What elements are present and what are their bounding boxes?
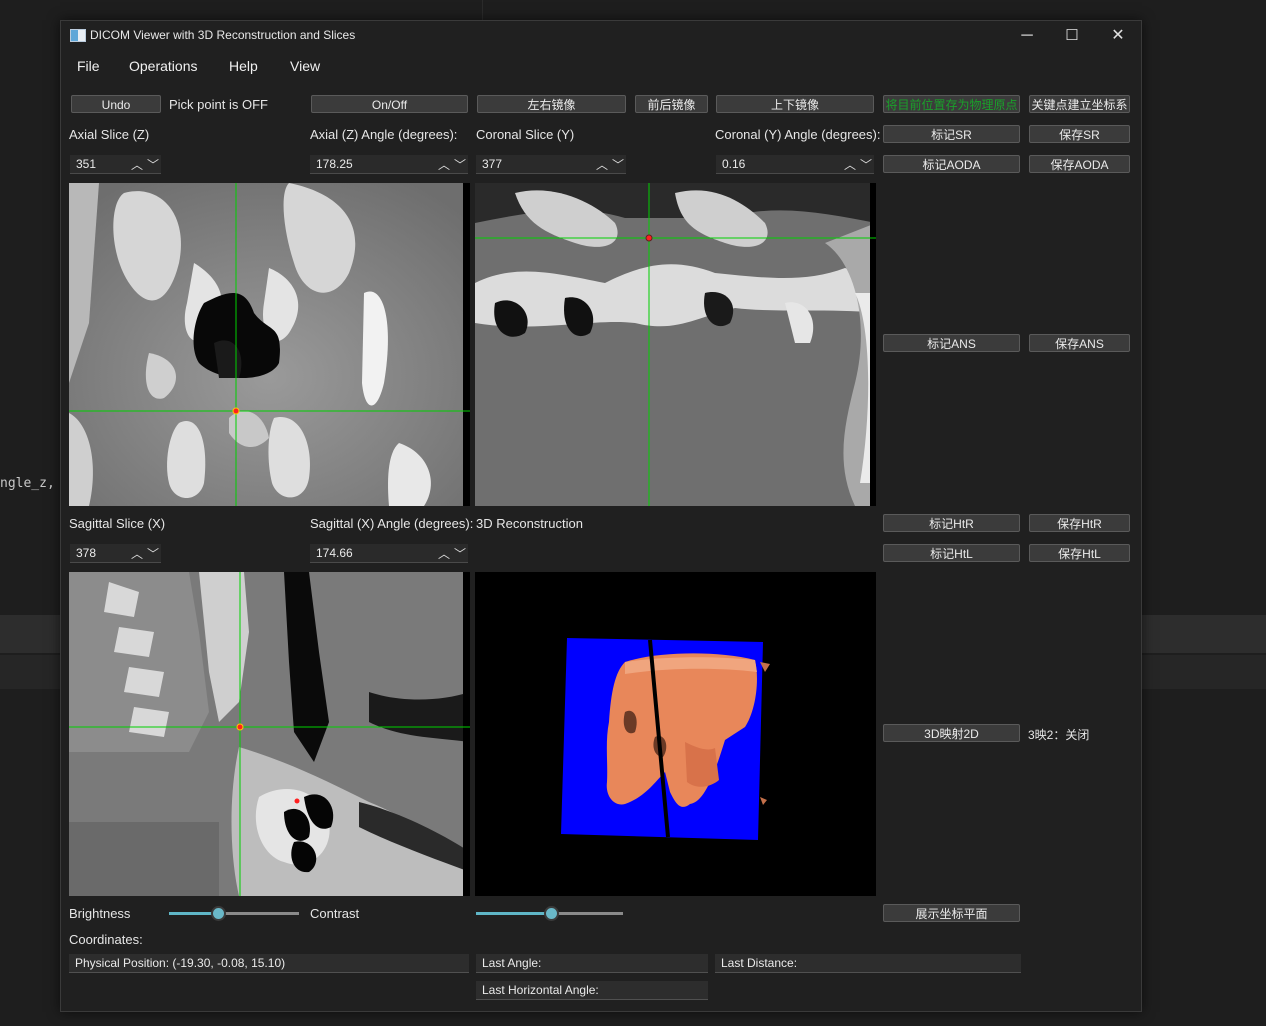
pick-status: Pick point is OFF [169,97,268,112]
spin-down-icon[interactable]: ﹀ [147,156,159,173]
mark-htr-button[interactable]: 标记HtR [883,514,1020,532]
sagittal-angle-spinbox[interactable]: 174.66 ︿ ﹀ [310,544,468,563]
mark-sr-button[interactable]: 标记SR [883,125,1020,143]
axial-view[interactable] [69,183,470,506]
spin-down-icon[interactable]: ﹀ [860,156,872,173]
brightness-label: Brightness [69,906,131,921]
coronal-slice-value: 377 [482,157,503,171]
sagittal-angle-value: 174.66 [316,546,353,560]
spin-down-icon[interactable]: ﹀ [454,545,466,562]
coronal-slice-label: Coronal Slice (Y) [476,127,575,142]
menu-operations[interactable]: Operations [129,58,197,74]
save-htr-button[interactable]: 保存HtR [1029,514,1130,532]
physical-position-text: Physical Position: (-19.30, -0.08, 15.10… [75,956,286,970]
last-horizontal-angle-field: Last Horizontal Angle: [476,981,708,1000]
spin-up-icon[interactable]: ︿ [596,156,608,173]
last-horizontal-angle-text: Last Horizontal Angle: [482,983,599,997]
app-icon [70,29,86,42]
spin-down-icon[interactable]: ﹀ [147,545,159,562]
axial-slice-spinbox[interactable]: 351 ︿ ﹀ [70,155,161,174]
last-distance-field: Last Distance: [715,954,1021,973]
map-status-label: 3映2：关闭 [1028,728,1090,742]
brightness-slider[interactable] [169,906,299,922]
mirror-lr-button[interactable]: 左右镜像 [477,95,626,113]
undo-button[interactable]: Undo [71,95,161,113]
mark-ans-button[interactable]: 标记ANS [883,334,1020,352]
sagittal-angle-label: Sagittal (X) Angle (degrees): [310,516,474,531]
contrast-fill [476,912,551,915]
contrast-label: Contrast [310,906,360,921]
spin-down-icon[interactable]: ﹀ [612,156,624,173]
save-htl-button[interactable]: 保存HtL [1029,544,1130,562]
spin-up-icon[interactable]: ︿ [438,156,450,173]
axial-ct-image [69,183,470,506]
minimize-button[interactable]: ─ [1004,21,1050,51]
save-ans-button[interactable]: 保存ANS [1029,334,1130,352]
mark-aoda-button[interactable]: 标记AODA [883,155,1020,173]
sagittal-slice-value: 378 [76,546,97,560]
sagittal-slice-label: Sagittal Slice (X) [69,516,166,531]
save-sr-button[interactable]: 保存SR [1029,125,1130,143]
save-origin-button[interactable]: 将目前位置存为物理原点 [883,95,1020,113]
spin-up-icon[interactable]: ︿ [131,156,143,173]
menu-help[interactable]: Help [229,58,258,74]
coronal-angle-label: Coronal (Y) Angle (degrees): [715,127,881,142]
menu-view[interactable]: View [290,58,320,74]
contrast-slider[interactable] [476,906,623,922]
code-snippet: ngle_z, [0,476,55,491]
last-angle-field: Last Angle: [476,954,708,973]
title-bar: DICOM Viewer with 3D Reconstruction and … [61,21,1141,51]
last-distance-text: Last Distance: [721,956,798,970]
axial-slice-value: 351 [76,157,97,171]
coordinates-label: Coordinates: [69,932,143,947]
coronal-angle-value: 0.16 [722,157,746,171]
recon-label: 3D Reconstruction [476,516,583,531]
viewer-window: DICOM Viewer with 3D Reconstruction and … [60,20,1142,1012]
spin-up-icon[interactable]: ︿ [438,545,450,562]
maximize-button[interactable]: ☐ [1049,21,1095,51]
save-aoda-button[interactable]: 保存AODA [1029,155,1130,173]
sagittal-slice-spinbox[interactable]: 378 ︿ ﹀ [70,544,161,563]
sagittal-ct-image [69,572,470,896]
axial-angle-spinbox[interactable]: 178.25 ︿ ﹀ [310,155,468,174]
mirror-fb-button[interactable]: 前后镜像 [635,95,708,113]
coronal-slice-spinbox[interactable]: 377 ︿ ﹀ [476,155,626,174]
map-3d-2d-button[interactable]: 3D映射2D [883,724,1020,742]
build-coords-button[interactable]: 关键点建立坐标系 [1029,95,1130,113]
coronal-ct-image [475,183,876,506]
editor-divider [482,0,483,20]
axial-angle-value: 178.25 [316,157,353,171]
menu-file[interactable]: File [77,58,100,74]
axial-slice-label: Axial Slice (Z) [69,127,150,142]
recon-3d-render [475,572,876,896]
last-angle-text: Last Angle: [482,956,542,970]
spin-down-icon[interactable]: ﹀ [454,156,466,173]
mark-htl-button[interactable]: 标记HtL [883,544,1020,562]
axial-angle-label: Axial (Z) Angle (degrees): [310,127,458,142]
menu-bar: File Operations Help View [61,54,1141,80]
spin-up-icon[interactable]: ︿ [844,156,856,173]
window-title: DICOM Viewer with 3D Reconstruction and … [90,28,356,42]
coronal-view[interactable] [475,183,876,506]
mirror-ud-button[interactable]: 上下镜像 [716,95,874,113]
onoff-button[interactable]: On/Off [311,95,468,113]
coronal-angle-spinbox[interactable]: 0.16 ︿ ﹀ [716,155,874,174]
recon-3d-view[interactable] [475,572,876,896]
sagittal-view[interactable] [69,572,470,896]
physical-position-field: Physical Position: (-19.30, -0.08, 15.10… [69,954,469,973]
contrast-knob[interactable] [544,906,559,921]
brightness-knob[interactable] [211,906,226,921]
show-planes-button[interactable]: 展示坐标平面 [883,904,1020,922]
spin-up-icon[interactable]: ︿ [131,545,143,562]
close-button[interactable]: ✕ [1095,21,1141,51]
